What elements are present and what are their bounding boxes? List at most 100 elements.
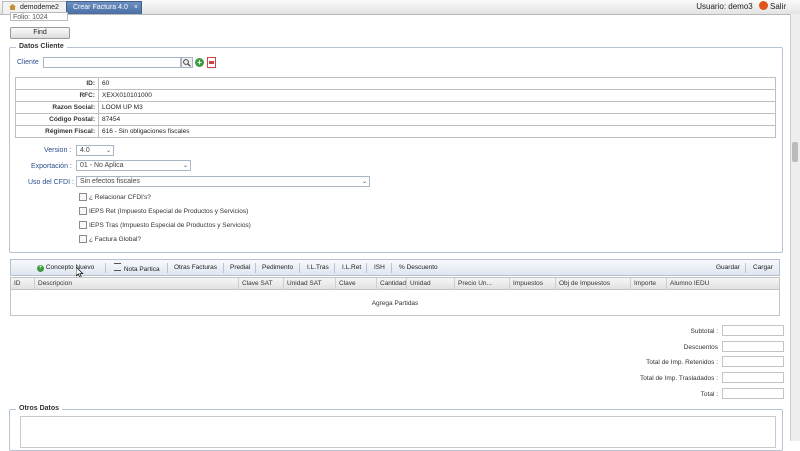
toolbar-item-label: Nota Partica [123, 266, 160, 273]
version-label: Version : [44, 147, 72, 154]
trasladados-label: Total de Imp. Trasladados : [639, 375, 718, 382]
table-row: Razon Social: LOOM UP M3 [15, 101, 776, 114]
total-field[interactable] [722, 388, 784, 399]
column-header[interactable]: Impuestos [510, 278, 556, 290]
toolbar-separator [299, 263, 300, 273]
row-value: XEXX010101000 [98, 89, 776, 102]
toolbar-item-label: Concepto Nuevo [45, 264, 95, 271]
row-key: RFC: [15, 89, 99, 102]
otras-facturas-button[interactable]: Otras Facturas [174, 263, 217, 273]
descuento-button[interactable]: % Descuento [399, 263, 438, 273]
row-value: LOOM UP M3 [98, 101, 776, 114]
items-grid-header: ID Descripcion Clave SAT Unidad SAT Clav… [10, 277, 780, 290]
folio-field[interactable]: Folio: 1024 [10, 12, 68, 21]
items-toolbar: + Concepto Nuevo Nota Partica Otras Fact… [10, 259, 780, 276]
descuentos-field[interactable] [722, 341, 784, 352]
search-icon[interactable] [181, 57, 193, 68]
tab-crear-factura[interactable]: Crear Factura 4.0 × [66, 1, 142, 14]
toolbar-separator [745, 263, 746, 273]
row-key: ID: [15, 77, 99, 90]
retenidos-field[interactable] [722, 356, 784, 367]
concepto-nuevo-button[interactable]: + Concepto Nuevo [37, 263, 94, 273]
add-client-icon[interactable]: + [195, 58, 204, 67]
exit-link[interactable]: Salir [770, 2, 786, 11]
row-value: 616 - Sin obligaciones fiscales [98, 125, 776, 138]
row-key: Régimen Fiscal: [15, 125, 99, 138]
uso-cfdi-label: Uso del CFDI : [28, 179, 74, 186]
column-header[interactable]: Unidad [407, 278, 455, 290]
add-icon: + [37, 265, 44, 272]
column-header[interactable]: Alumno IEDU [667, 278, 780, 290]
user-name: demo3 [728, 2, 753, 11]
otros-datos-legend: Otros Datos [16, 405, 63, 412]
cliente-label: Cliente [17, 59, 39, 66]
cliente-input[interactable] [43, 57, 181, 68]
descuentos-link[interactable]: Descuentos [684, 344, 718, 351]
table-row: Código Postal: 87454 [15, 113, 776, 126]
tab-bar: demodeme2 Crear Factura 4.0 × Usuario: d… [0, 0, 800, 15]
table-row: ID: 60 [15, 77, 776, 90]
client-section-legend: Datos Cliente [16, 43, 67, 50]
checkbox-ieps-ret[interactable] [79, 207, 87, 215]
toolbar-separator [167, 263, 168, 273]
uso-cfdi-value: Sin efectos fiscales [80, 178, 140, 185]
column-header[interactable]: Clave [336, 278, 377, 290]
list-icon [114, 263, 121, 271]
toolbar-separator [105, 263, 106, 273]
toolbar-separator [223, 263, 224, 273]
total-label: Total : [700, 391, 718, 398]
column-header[interactable]: Importe [631, 278, 667, 290]
table-row: Régimen Fiscal: 616 - Sin obligaciones fi… [15, 125, 776, 138]
checkbox-factura-global[interactable] [79, 235, 87, 243]
exit-icon[interactable] [758, 1, 768, 10]
table-row: RFC: XEXX010101000 [15, 89, 776, 102]
checkbox-label: IEPS Tras (Impuesto Especial de Producto… [89, 222, 251, 229]
il-tras-button[interactable]: I.L.Tras [307, 263, 329, 273]
scrollbar-thumb[interactable] [792, 142, 798, 162]
exportacion-label: Exportación : [31, 163, 72, 170]
toolbar-separator [391, 263, 392, 273]
cargar-button[interactable]: Cargar [753, 263, 773, 273]
uso-cfdi-select[interactable]: Sin efectos fiscales ⌄ [76, 176, 370, 187]
close-icon[interactable]: × [134, 2, 138, 14]
chevron-down-icon: ⌄ [361, 179, 367, 185]
otros-datos-textarea[interactable] [20, 416, 776, 448]
column-header[interactable]: Cantidad [377, 278, 407, 290]
predial-button[interactable]: Predial [230, 263, 250, 273]
checkbox-label: ¿ Factura Global? [89, 236, 142, 243]
column-header[interactable]: Precio Un... [455, 278, 510, 290]
nota-partica-button[interactable]: Nota Partica [114, 263, 160, 273]
grid-empty-text: Agrega Partidas [371, 300, 419, 307]
subtotal-field[interactable] [722, 325, 784, 336]
version-select[interactable]: 4.0 ⌄ [76, 145, 114, 156]
checkbox-ieps-tras[interactable] [79, 221, 87, 229]
row-key: Código Postal: [15, 113, 99, 126]
column-header[interactable]: ID [11, 278, 35, 290]
find-button[interactable]: Find [10, 27, 70, 39]
column-header[interactable]: Descripcion [35, 278, 239, 290]
vertical-scrollbar[interactable] [790, 14, 800, 441]
version-value: 4.0 [80, 147, 90, 154]
checkbox-label: IEPS Ret (Impuesto Especial de Productos… [89, 208, 249, 215]
row-value: 60 [98, 77, 776, 90]
pdf-icon[interactable] [207, 57, 216, 68]
checkbox-label: ¿ Relacionar CFDI's? [89, 194, 151, 201]
trasladados-field[interactable] [722, 372, 784, 383]
guardar-button[interactable]: Guardar [716, 263, 740, 273]
column-header[interactable]: Unidad SAT [284, 278, 336, 290]
folio-value: 1024 [32, 14, 48, 21]
ish-button[interactable]: ISH [374, 263, 385, 273]
pedimento-button[interactable]: Pedimento [262, 263, 293, 273]
exportacion-select[interactable]: 01 - No Aplica ⌄ [76, 160, 191, 171]
column-header[interactable]: Obj de Impuestos [556, 278, 631, 290]
toolbar-separator [366, 263, 367, 273]
row-value: 87454 [98, 113, 776, 126]
retenidos-label: Total de Imp. Retenidos : [646, 359, 718, 366]
chevron-down-icon: ⌄ [182, 163, 188, 169]
checkbox-relacionar-cfdi[interactable] [79, 193, 87, 201]
il-ret-button[interactable]: I.L.Ret [342, 263, 361, 273]
subtotal-label: Subtotal : [690, 328, 718, 335]
tab-crear-factura-label: Crear Factura 4.0 [73, 4, 128, 11]
user-label: Usuario: [696, 2, 727, 11]
column-header[interactable]: Clave SAT [239, 278, 284, 290]
